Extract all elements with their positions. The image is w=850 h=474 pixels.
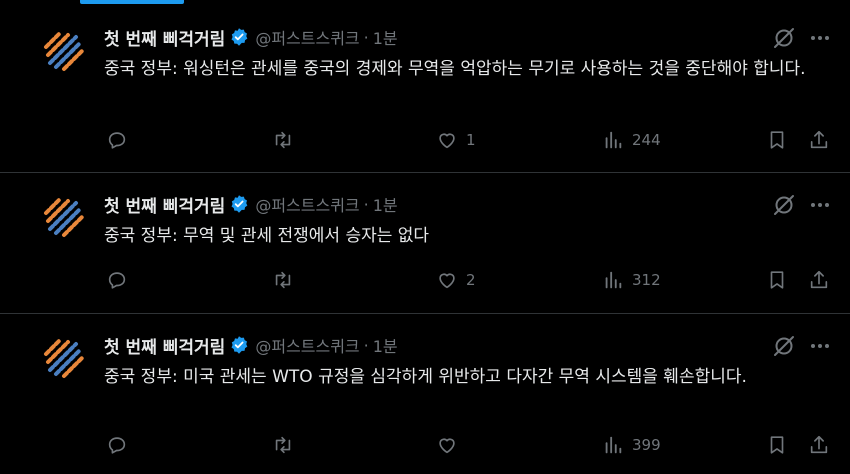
like-button[interactable]: [436, 433, 466, 457]
share-button[interactable]: [808, 128, 830, 152]
share-icon: [810, 435, 828, 454]
share-button[interactable]: [808, 433, 830, 457]
views-button[interactable]: 312: [602, 268, 661, 292]
bookmark-icon: [770, 131, 784, 149]
tweet-header: 첫 번째 삐걱거림 @퍼스트스퀴크 · 1분: [104, 333, 398, 358]
tweet[interactable]: 첫 번째 삐걱거림 @퍼스트스퀴크 · 1분 중국 정부: 무역 및 관세 전쟁…: [0, 173, 850, 314]
reply-icon: [108, 272, 126, 289]
heart-icon: [439, 273, 455, 289]
more-icon[interactable]: [808, 334, 832, 358]
bookmark-icon: [770, 271, 784, 289]
verified-badge-icon[interactable]: [229, 27, 249, 47]
share-icon: [810, 130, 828, 149]
more-icon[interactable]: [808, 26, 832, 50]
share-button[interactable]: [808, 268, 830, 292]
verified-badge-icon[interactable]: [229, 335, 249, 355]
bookmark-button[interactable]: [766, 433, 788, 457]
timestamp[interactable]: 1분: [373, 333, 398, 357]
share-icon: [810, 270, 828, 289]
retweet-icon: [275, 271, 291, 289]
views-icon: [605, 271, 622, 289]
tweet-actions: 399: [104, 433, 834, 457]
author-handle[interactable]: @퍼스트스퀴크: [255, 192, 359, 216]
views-count: 312: [632, 271, 661, 289]
heart-icon: [439, 133, 455, 149]
tweet-text: 중국 정부: 무역 및 관세 전쟁에서 승자는 없다: [104, 226, 430, 246]
heart-icon: [439, 438, 455, 454]
tweet-actions: 2 312: [104, 268, 834, 292]
timestamp[interactable]: 1분: [373, 25, 398, 49]
tweet-text: 중국 정부: 미국 관세는 WTO 규정을 심각하게 위반하고 다자간 무역 시…: [104, 367, 747, 387]
grok-icon[interactable]: [772, 334, 796, 358]
reply-button[interactable]: [106, 128, 128, 152]
avatar[interactable]: [38, 191, 90, 243]
author-handle[interactable]: @퍼스트스퀴크: [255, 25, 359, 49]
author-name[interactable]: 첫 번째 삐걱거림: [104, 25, 225, 50]
retweet-icon: [275, 131, 291, 149]
views-button[interactable]: 244: [602, 128, 661, 152]
avatar[interactable]: [38, 25, 90, 77]
first-squawk-logo-icon: [44, 197, 84, 237]
views-icon: [605, 436, 622, 454]
reply-button[interactable]: [106, 433, 128, 457]
tweet[interactable]: 첫 번째 삐걱거림 @퍼스트스퀴크 · 1분 중국 정부: 워싱턴은 관세를 중…: [0, 0, 850, 173]
bookmark-button[interactable]: [766, 268, 788, 292]
like-count: 1: [466, 131, 476, 149]
author-handle[interactable]: @퍼스트스퀴크: [255, 333, 359, 357]
like-button[interactable]: 1: [436, 128, 476, 152]
separator-dot: ·: [363, 194, 369, 214]
reply-icon: [108, 132, 126, 149]
grok-icon[interactable]: [772, 193, 796, 217]
tweet-header: 첫 번째 삐걱거림 @퍼스트스퀴크 · 1분: [104, 192, 398, 217]
views-icon: [605, 131, 622, 149]
tweet[interactable]: 첫 번째 삐걱거림 @퍼스트스퀴크 · 1분 중국 정부: 미국 관세는 WTO…: [0, 314, 850, 474]
bookmark-button[interactable]: [766, 128, 788, 152]
views-count: 399: [632, 436, 661, 454]
reply-icon: [108, 437, 126, 454]
retweet-icon: [275, 436, 291, 454]
reply-button[interactable]: [106, 268, 128, 292]
retweet-button[interactable]: [272, 128, 294, 152]
author-name[interactable]: 첫 번째 삐걱거림: [104, 333, 225, 358]
tweet-actions: 1 244: [104, 128, 834, 152]
views-count: 244: [632, 131, 661, 149]
separator-dot: ·: [363, 335, 369, 355]
first-squawk-logo-icon: [44, 338, 84, 378]
more-icon[interactable]: [808, 193, 832, 217]
tweet-text: 중국 정부: 워싱턴은 관세를 중국의 경제와 무역을 억압하는 무기로 사용하…: [104, 59, 806, 79]
avatar[interactable]: [38, 332, 90, 384]
verified-badge-icon[interactable]: [229, 194, 249, 214]
separator-dot: ·: [363, 27, 369, 47]
first-squawk-logo-icon: [44, 31, 84, 71]
views-button[interactable]: 399: [602, 433, 661, 457]
like-button[interactable]: 2: [436, 268, 476, 292]
like-count: 2: [466, 271, 476, 289]
author-name[interactable]: 첫 번째 삐걱거림: [104, 192, 225, 217]
bookmark-icon: [770, 436, 784, 454]
tweet-header: 첫 번째 삐걱거림 @퍼스트스퀴크 · 1분: [104, 25, 398, 50]
retweet-button[interactable]: [272, 268, 294, 292]
retweet-button[interactable]: [272, 433, 294, 457]
timestamp[interactable]: 1분: [373, 192, 398, 216]
grok-icon[interactable]: [772, 26, 796, 50]
